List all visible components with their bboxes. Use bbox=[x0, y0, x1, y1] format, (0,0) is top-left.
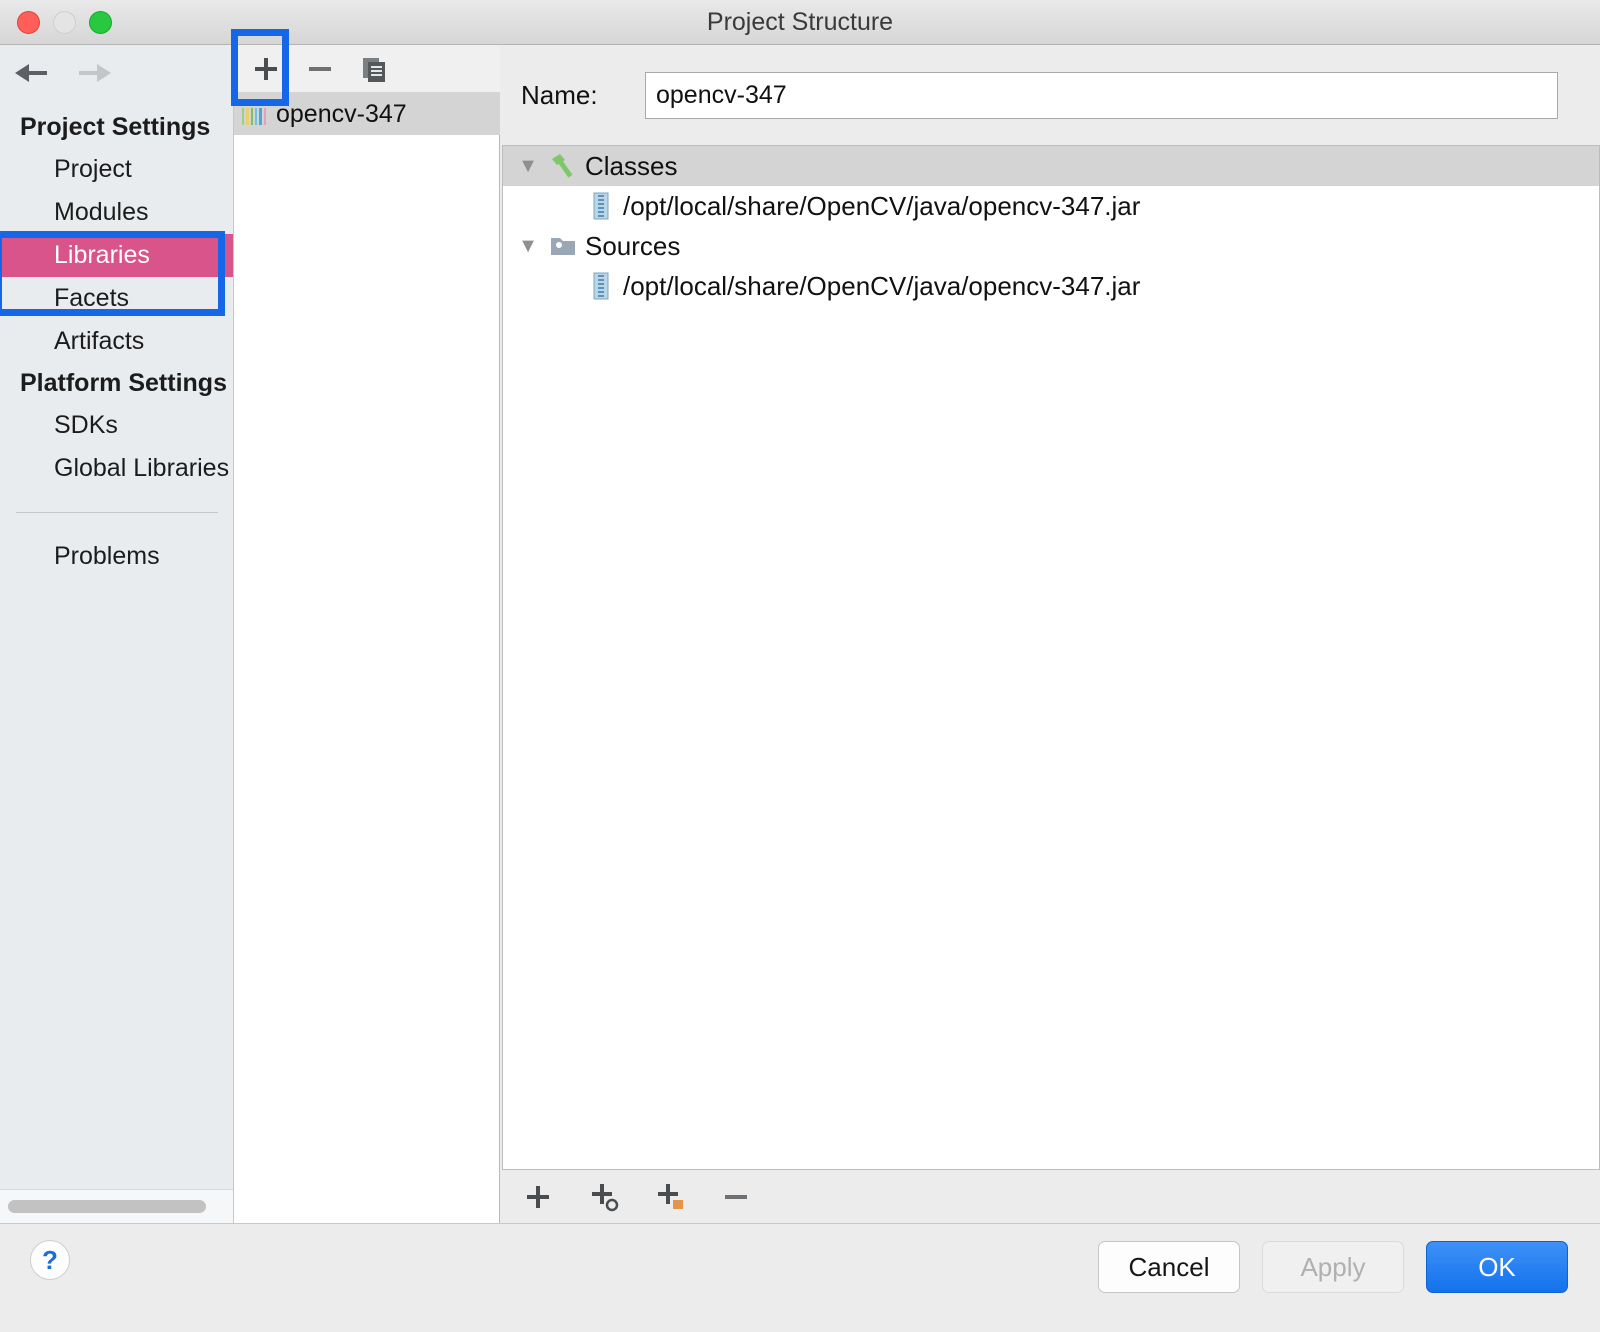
add-path-button[interactable] bbox=[516, 1177, 560, 1217]
sidebar-item-artifacts[interactable]: Artifacts bbox=[0, 320, 233, 363]
project-structure-dialog: Project Structure Project Settings Proje… bbox=[0, 0, 1600, 1332]
forward-button[interactable] bbox=[72, 53, 114, 93]
dialog-footer: ? Cancel Apply OK bbox=[0, 1223, 1600, 1332]
sidebar-item-list: Project Settings Project Modules Librari… bbox=[0, 107, 233, 578]
sidebar-item-libraries[interactable]: Libraries bbox=[0, 234, 233, 277]
tree-group-sources[interactable]: ▼ Sources bbox=[503, 226, 1599, 266]
apply-button: Apply bbox=[1262, 1241, 1404, 1293]
hammer-icon bbox=[543, 151, 583, 181]
tree-group-classes[interactable]: ▼ Classes bbox=[503, 146, 1599, 186]
libraries-toolbar bbox=[234, 45, 500, 93]
sidebar-item-global-libraries[interactable]: Global Libraries bbox=[0, 447, 233, 490]
cancel-button[interactable]: Cancel bbox=[1098, 1241, 1240, 1293]
tree-item-classes-jar[interactable]: /opt/local/share/OpenCV/java/opencv-347.… bbox=[503, 186, 1599, 226]
copy-library-button[interactable] bbox=[352, 49, 396, 89]
back-button[interactable] bbox=[12, 53, 54, 93]
library-roots-tree: ▼ Classes /opt/local/share/OpenCV/java/o… bbox=[502, 145, 1600, 1169]
library-list-item-opencv[interactable]: opencv-347 bbox=[234, 93, 500, 135]
sidebar-heading-platform-settings: Platform Settings bbox=[20, 369, 227, 397]
sidebar-item-sdks[interactable]: SDKs bbox=[0, 404, 233, 447]
window-titlebar: Project Structure bbox=[0, 0, 1600, 45]
ok-button[interactable]: OK bbox=[1426, 1241, 1568, 1293]
name-label: Name: bbox=[521, 79, 598, 110]
settings-sidebar: Project Settings Project Modules Librari… bbox=[0, 45, 234, 1223]
help-button[interactable]: ? bbox=[30, 1240, 70, 1280]
scrollbar-thumb[interactable] bbox=[8, 1200, 206, 1213]
roots-bottom-toolbar bbox=[502, 1169, 1600, 1223]
sidebar-item-modules[interactable]: Modules bbox=[0, 191, 233, 234]
library-name-row: Name: bbox=[501, 45, 1600, 145]
window-title: Project Structure bbox=[706, 8, 894, 36]
chevron-down-icon[interactable]: ▼ bbox=[513, 235, 543, 258]
sidebar-horizontal-scrollbar[interactable] bbox=[0, 1189, 233, 1223]
sidebar-item-project[interactable]: Project bbox=[0, 148, 233, 191]
sidebar-divider bbox=[16, 512, 218, 513]
add-url-button[interactable] bbox=[582, 1177, 626, 1217]
remove-library-button[interactable] bbox=[298, 49, 342, 89]
navigation-arrows bbox=[12, 53, 114, 93]
libraries-list-panel: opencv-347 bbox=[234, 45, 500, 1223]
jar-icon bbox=[581, 271, 621, 301]
chevron-down-icon[interactable]: ▼ bbox=[513, 155, 543, 178]
tree-item-label: /opt/local/share/OpenCV/java/opencv-347.… bbox=[623, 270, 1141, 301]
sidebar-item-facets[interactable]: Facets bbox=[0, 277, 233, 320]
tree-item-sources-jar[interactable]: /opt/local/share/OpenCV/java/opencv-347.… bbox=[503, 266, 1599, 306]
tree-group-label: Sources bbox=[585, 230, 681, 261]
library-icon bbox=[242, 103, 266, 125]
remove-path-button[interactable] bbox=[714, 1177, 758, 1217]
sidebar-heading-project-settings: Project Settings bbox=[20, 113, 211, 141]
library-name-input[interactable] bbox=[645, 71, 1558, 119]
jar-icon bbox=[581, 191, 621, 221]
tree-item-label: /opt/local/share/OpenCV/java/opencv-347.… bbox=[623, 190, 1141, 221]
footer-button-group: Cancel Apply OK bbox=[1098, 1241, 1568, 1293]
folder-icon bbox=[543, 231, 583, 261]
tree-group-label: Classes bbox=[585, 150, 678, 181]
add-module-output-button[interactable] bbox=[648, 1177, 692, 1217]
library-detail-panel: Name: ▼ Classes bbox=[501, 45, 1600, 1223]
sidebar-item-problems[interactable]: Problems bbox=[0, 535, 233, 578]
add-library-button[interactable] bbox=[244, 49, 288, 89]
library-list-item-label: opencv-347 bbox=[276, 99, 407, 128]
